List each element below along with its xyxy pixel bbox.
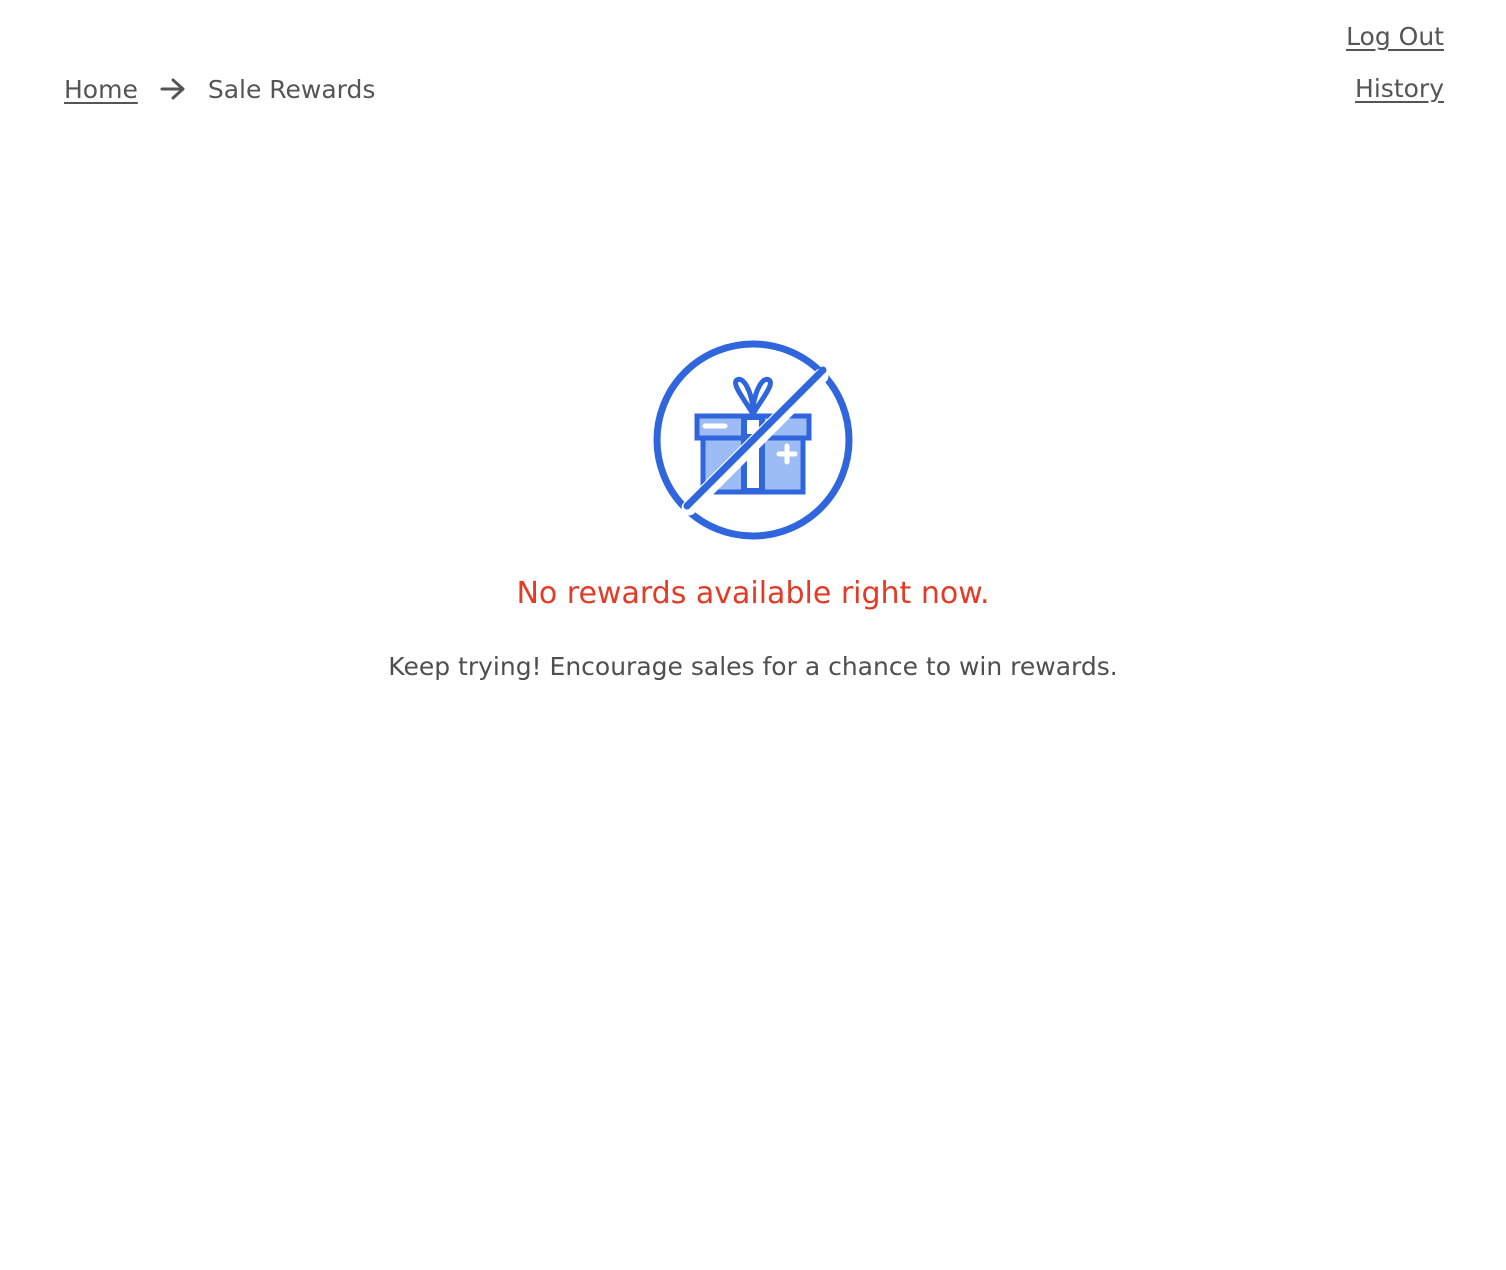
breadcrumb: Home Sale Rewards (64, 72, 375, 106)
breadcrumb-current: Sale Rewards (207, 74, 376, 104)
empty-state: No rewards available right now. Keep try… (0, 340, 1506, 684)
history-link[interactable]: History (1355, 72, 1444, 106)
no-gift-icon (653, 340, 853, 540)
arrow-right-icon (160, 78, 186, 100)
logout-link[interactable]: Log Out (1346, 20, 1444, 54)
rewards-page: Log Out History Home Sale Rewards No rew… (0, 0, 1506, 1270)
breadcrumb-home-link[interactable]: Home (64, 75, 138, 104)
empty-state-title: No rewards available right now. (516, 576, 990, 611)
empty-state-subtitle: Keep trying! Encourage sales for a chanc… (388, 652, 1118, 681)
